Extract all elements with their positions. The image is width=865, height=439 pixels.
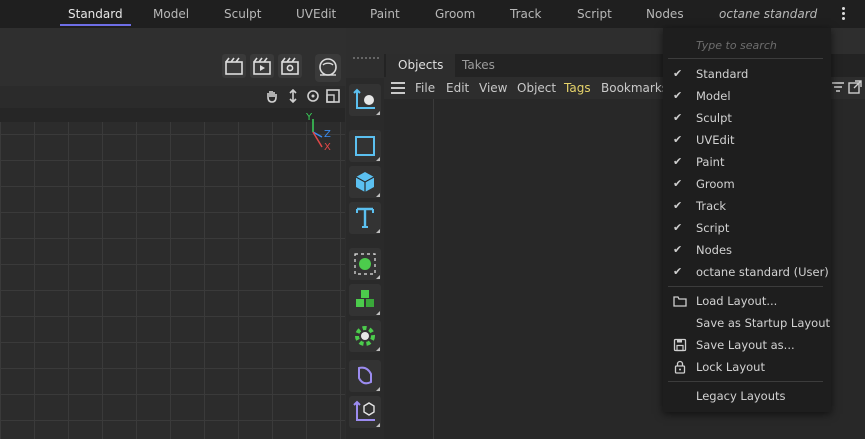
check-icon: ✔: [673, 243, 683, 256]
menu-view[interactable]: View: [479, 77, 507, 99]
dropdown-layout-uvedit[interactable]: ✔ UVEdit: [663, 129, 831, 151]
layout-tab-groom[interactable]: Groom: [435, 0, 475, 28]
layout-tab-sculpt[interactable]: Sculpt: [224, 0, 261, 28]
menu-tags[interactable]: Tags: [564, 77, 591, 99]
coordinate-system-icon[interactable]: [349, 84, 381, 116]
deformer-icon[interactable]: [349, 360, 381, 392]
axis-label-y: Y: [305, 112, 313, 123]
dropdown-layout-track[interactable]: ✔ Track: [663, 195, 831, 217]
viewport-top-edge: [0, 108, 345, 122]
axis-gizmo: Y Z X: [305, 112, 331, 153]
dropdown-layout-script[interactable]: ✔ Script: [663, 217, 831, 239]
check-icon: ✔: [673, 133, 683, 146]
save-layout-as-item[interactable]: Save Layout as...: [663, 334, 831, 356]
text-icon[interactable]: [349, 202, 381, 234]
check-icon: ✔: [673, 265, 683, 278]
dropdown-layout-model[interactable]: ✔ Model: [663, 85, 831, 107]
render-view-icon[interactable]: [250, 54, 274, 78]
hamburger-menu-icon[interactable]: [391, 82, 405, 94]
axis-label-x: X: [324, 142, 331, 153]
menu-object[interactable]: Object: [517, 77, 556, 99]
tab-takes[interactable]: Takes: [462, 54, 495, 77]
filter-icon[interactable]: [831, 81, 845, 95]
layout-search-input[interactable]: [672, 34, 846, 56]
vertical-ellipsis-icon[interactable]: [836, 5, 850, 23]
maximize-icon[interactable]: [326, 89, 340, 103]
tab-objects[interactable]: Objects: [386, 54, 456, 77]
lock-icon: [674, 360, 686, 374]
dropdown-layout-standard[interactable]: ✔ Standard: [663, 63, 831, 85]
null-object-icon[interactable]: [349, 396, 381, 428]
legacy-layouts-item[interactable]: Legacy Layouts: [663, 385, 831, 407]
layout-tab-standard[interactable]: Standard: [60, 0, 131, 28]
check-icon: ✔: [673, 155, 683, 168]
check-icon: ✔: [673, 177, 683, 190]
layout-tab-model[interactable]: Model: [153, 0, 189, 28]
check-icon: ✔: [673, 67, 683, 80]
selection-icon[interactable]: [349, 248, 381, 280]
dropdown-layout-groom[interactable]: ✔ Groom: [663, 173, 831, 195]
lock-layout-item[interactable]: Lock Layout: [663, 356, 831, 378]
cube-icon[interactable]: [349, 166, 381, 198]
rotate-icon[interactable]: [306, 89, 320, 103]
dropdown-layout-octane-standard[interactable]: ✔ octane standard (User): [663, 261, 831, 283]
layout-tab-script[interactable]: Script: [577, 0, 612, 28]
sky-sphere-icon[interactable]: [315, 54, 341, 82]
save-icon: [673, 338, 687, 352]
load-layout-item[interactable]: Load Layout...: [663, 290, 831, 312]
render-picture-viewer-icon[interactable]: [278, 54, 302, 78]
layout-tab-track[interactable]: Track: [510, 0, 541, 28]
menu-file[interactable]: File: [415, 77, 435, 99]
cloner-icon[interactable]: [349, 284, 381, 316]
generator-icon[interactable]: [349, 320, 381, 352]
layout-tab-paint[interactable]: Paint: [370, 0, 400, 28]
check-icon: ✔: [673, 111, 683, 124]
dropdown-separator: [668, 381, 823, 382]
dropdown-separator: [668, 286, 823, 287]
render-settings-icon[interactable]: [222, 54, 246, 78]
column-divider[interactable]: [433, 99, 434, 439]
open-external-icon[interactable]: [848, 80, 862, 94]
dropdown-layout-nodes[interactable]: ✔ Nodes: [663, 239, 831, 261]
axis-label-z: Z: [324, 129, 331, 140]
layout-tab-uvedit[interactable]: UVEdit: [296, 0, 336, 28]
menu-edit[interactable]: Edit: [446, 77, 469, 99]
layout-tab-octane-standard[interactable]: octane standard: [719, 0, 817, 28]
panel-grip[interactable]: [352, 56, 380, 60]
check-icon: ✔: [673, 221, 683, 234]
layout-tab-nodes[interactable]: Nodes: [646, 0, 684, 28]
pan-hand-icon[interactable]: [265, 89, 279, 103]
dropdown-layout-paint[interactable]: ✔ Paint: [663, 151, 831, 173]
check-icon: ✔: [673, 199, 683, 212]
3d-viewport[interactable]: [0, 108, 345, 439]
save-startup-layout-item[interactable]: Save as Startup Layout: [663, 312, 831, 334]
folder-icon: [673, 296, 687, 307]
check-icon: ✔: [673, 89, 683, 102]
dropdown-separator: [668, 58, 823, 59]
dropdown-layout-sculpt[interactable]: ✔ Sculpt: [663, 107, 831, 129]
cube-outline-icon[interactable]: [349, 130, 381, 162]
move-arrows-icon[interactable]: [286, 88, 300, 104]
menu-bookmarks[interactable]: Bookmarks: [601, 77, 668, 99]
